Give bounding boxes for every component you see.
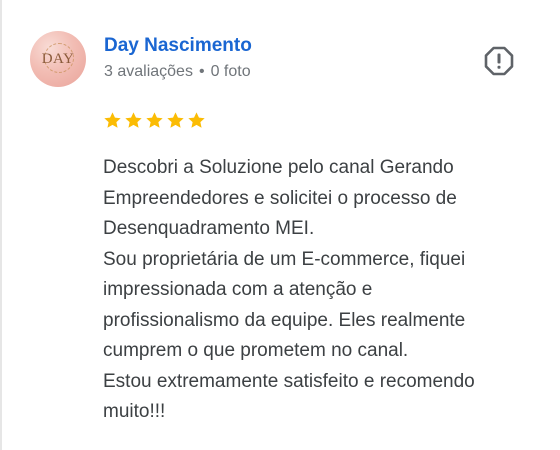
report-flag-icon [484,46,514,76]
review-card: Day Day Nascimento 3 avaliações • 0 foto D… [0,0,560,450]
star-icon [167,112,184,128]
star-icon [104,112,121,128]
reviewer-name[interactable]: Day Nascimento [104,35,252,57]
star-rating [103,111,206,130]
review-text: Descobri a Soluzione pelo canal Gerando E… [103,153,543,428]
review-text-line: cumprem o que prometem no canal. [103,340,409,361]
meta-separator: • [198,63,205,80]
reviews-count: 3 avaliações [104,63,193,80]
star-icon [125,112,142,128]
star-icon [146,112,163,128]
review-text-line: Descobri a Soluzione pelo canal Gerando [103,157,454,178]
review-text-line: Sou proprietária de um E-commerce, fique… [103,248,466,270]
review-text-line: Estou extremamente satisfeito e recomend… [103,370,475,392]
review-text-line: muito!!! [103,401,166,422]
review-text-line: Empreendedores e solicitei o processo de [103,187,457,209]
review-text-line: Desenquadramento MEI. [103,218,315,239]
avatar-initials: Day [41,50,75,67]
review-text-line: impressionada com a atenção e [103,279,373,300]
photos-count: 0 foto [210,63,251,80]
star-icon [188,112,205,128]
avatar[interactable]: Day [30,31,86,87]
review-text-line: profissionalismo da equipe. Eles realmen… [103,309,466,331]
reviewer-meta: 3 avaliações • 0 foto [104,63,251,81]
report-review-button[interactable] [484,46,514,76]
